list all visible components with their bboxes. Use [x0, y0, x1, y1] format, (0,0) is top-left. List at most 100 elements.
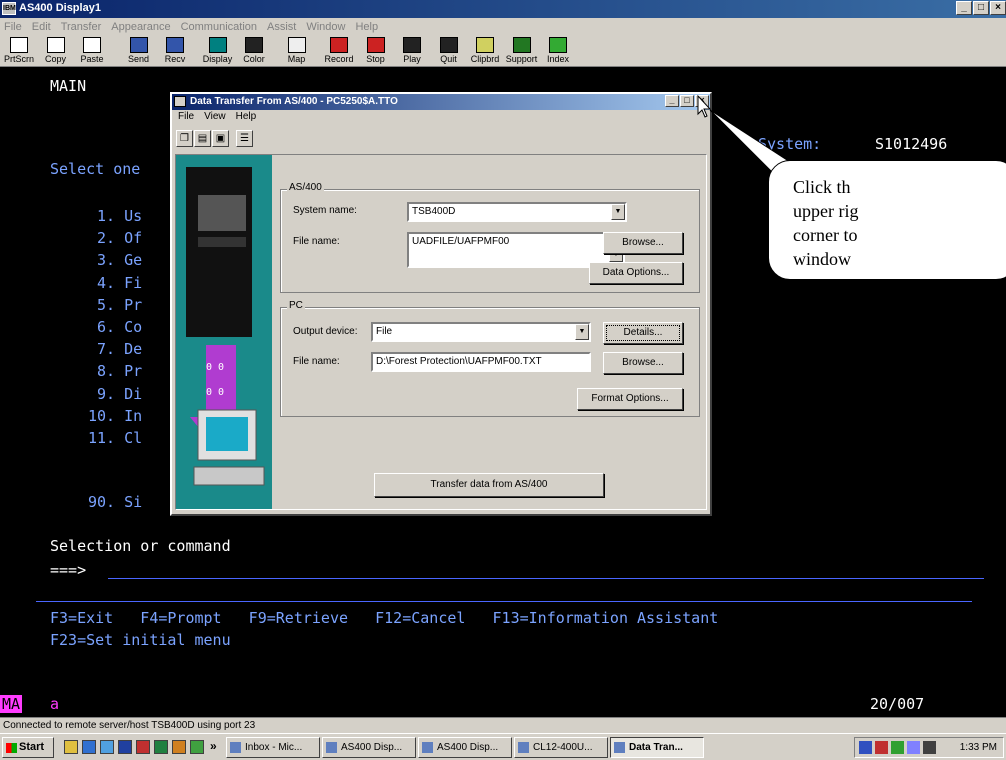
menu-option[interactable]: 6. Co: [88, 318, 142, 336]
output-device-combobox[interactable]: File ▼: [371, 322, 591, 342]
save-icon[interactable]: ▣: [212, 130, 229, 147]
chevron-down-icon[interactable]: ▼: [575, 324, 589, 340]
menu-option[interactable]: 9. Di: [88, 385, 142, 403]
menu-option-90[interactable]: 90. Si: [88, 493, 142, 511]
antivirus-icon[interactable]: [875, 741, 888, 754]
chevron-more-icon[interactable]: »: [210, 739, 217, 753]
dialog-menu-file[interactable]: File: [178, 111, 194, 126]
toolbar-recv-button[interactable]: Recv: [158, 37, 192, 65]
toolbar-clipbrd-button[interactable]: Clipbrd: [468, 37, 502, 65]
quicklaunch-app-icon[interactable]: [190, 740, 204, 754]
toolbar-support-button[interactable]: Support: [505, 37, 539, 65]
minimize-button[interactable]: _: [956, 1, 972, 15]
quicklaunch-ie-icon[interactable]: [82, 740, 96, 754]
menu-edit[interactable]: Edit: [32, 21, 51, 33]
toolbar-prtscrn-button[interactable]: PrtScrn: [2, 37, 36, 65]
open-folder-icon[interactable]: ▤: [194, 130, 211, 147]
dialog-icon[interactable]: [174, 96, 186, 107]
quicklaunch-powerpoint-icon[interactable]: [136, 740, 150, 754]
network-icon[interactable]: [859, 741, 872, 754]
toolbar-map-button[interactable]: Map: [280, 37, 314, 65]
system-name-combobox[interactable]: TSB400D ▼: [407, 202, 627, 222]
toolbar-record-button[interactable]: Record: [322, 37, 356, 65]
command-input-line[interactable]: [108, 578, 984, 579]
instruction-callout: Click th upper rig corner to window: [768, 160, 1006, 280]
quicklaunch-desktop-icon[interactable]: [64, 740, 78, 754]
pc-browse-button[interactable]: Browse...: [603, 352, 683, 374]
toolbar-copy-button[interactable]: Copy: [39, 37, 73, 65]
app-icon[interactable]: IBM: [2, 2, 16, 15]
toolbar-paste-button[interactable]: Paste: [75, 37, 109, 65]
as400-file-name-value: UADFILE/UAFPMF00: [412, 236, 510, 247]
toolbar-color-button[interactable]: Color: [237, 37, 271, 65]
option-text: Cl: [124, 429, 143, 447]
dialog-title: Data Transfer From AS/400 - PC5250$A.TTO: [190, 96, 398, 107]
dialog-menu-help[interactable]: Help: [236, 111, 257, 126]
option-text: Fi: [124, 273, 143, 292]
option-number: 8.: [88, 362, 116, 381]
toolbar-index-button[interactable]: Index: [541, 37, 575, 65]
menu-file[interactable]: File: [4, 21, 22, 33]
menu-option[interactable]: 4. Fi: [88, 274, 142, 292]
menu-communication[interactable]: Communication: [181, 21, 257, 33]
menu-option[interactable]: 8. Pr: [88, 362, 142, 380]
toolbar-label: Play: [403, 54, 421, 64]
taskbar-item[interactable]: CL12-400U...: [514, 737, 608, 758]
menu-option[interactable]: 5. Pr: [88, 296, 142, 314]
menu-option[interactable]: 3. Ge: [88, 251, 142, 269]
toolbar-play-button[interactable]: Play: [395, 37, 429, 65]
menu-help[interactable]: Help: [355, 21, 378, 33]
toolbar-display-button[interactable]: Display: [201, 37, 235, 65]
format-options-button[interactable]: Format Options...: [577, 388, 683, 410]
taskbar-item[interactable]: AS400 Disp...: [418, 737, 512, 758]
dialog-menu-view[interactable]: View: [204, 111, 226, 126]
details-button[interactable]: Details...: [603, 322, 683, 344]
menu-option[interactable]: 2. Of: [88, 229, 142, 247]
svg-text:0 0: 0 0: [206, 387, 224, 398]
menu-assist[interactable]: Assist: [267, 21, 296, 33]
printer-icon[interactable]: [923, 741, 936, 754]
close-button[interactable]: ×: [990, 1, 1006, 15]
chevron-down-icon[interactable]: ▼: [611, 204, 625, 220]
option-text: Us: [124, 207, 143, 225]
quicklaunch-word-icon[interactable]: [118, 740, 132, 754]
map-icon: [287, 37, 306, 53]
quicklaunch-search-icon[interactable]: [100, 740, 114, 754]
dialog-minimize-button[interactable]: _: [665, 95, 679, 107]
pc-file-name-input[interactable]: D:\Forest Protection\UAFPMF00.TXT: [371, 352, 591, 372]
toolbar-stop-button[interactable]: Stop: [359, 37, 393, 65]
clock[interactable]: 1:33 PM: [960, 738, 997, 757]
menu-window[interactable]: Window: [306, 21, 345, 33]
option-text: Pr: [124, 295, 143, 314]
menu-option[interactable]: 10. In: [88, 407, 142, 425]
main-menubar: File Edit Transfer Appearance Communication A…: [0, 18, 1006, 35]
menu-appearance[interactable]: Appearance: [111, 21, 170, 33]
record-icon: [330, 37, 348, 53]
transfer-data-button[interactable]: Transfer data from AS/400: [374, 473, 604, 497]
properties-icon[interactable]: ☰: [236, 130, 253, 147]
as400-browse-button[interactable]: Browse...: [603, 232, 683, 254]
callout-line: corner to: [793, 225, 858, 245]
option-text: In: [124, 406, 143, 425]
menu-option[interactable]: 7. De: [88, 340, 142, 358]
start-button[interactable]: Start: [2, 737, 54, 758]
taskbar-item[interactable]: Inbox - Mic...: [226, 737, 320, 758]
toolbar-send-button[interactable]: Send: [122, 37, 156, 65]
taskbar-item[interactable]: Data Tran...: [610, 737, 704, 758]
quicklaunch-excel-icon[interactable]: [154, 740, 168, 754]
menu-transfer[interactable]: Transfer: [61, 21, 102, 33]
quicklaunch-outlook-icon[interactable]: [172, 740, 186, 754]
menu-option[interactable]: 1. Us: [88, 207, 142, 225]
divider: [36, 601, 972, 602]
taskbar-item[interactable]: AS400 Disp...: [322, 737, 416, 758]
tray-app-icon[interactable]: [891, 741, 904, 754]
new-icon[interactable]: ❐: [176, 130, 193, 147]
data-options-button[interactable]: Data Options...: [589, 262, 683, 284]
as400-legend: AS/400: [287, 182, 324, 193]
option-text: Pr: [124, 362, 143, 381]
toolbar-quit-button[interactable]: Quit: [432, 37, 466, 65]
restore-button[interactable]: □: [973, 1, 989, 15]
volume-icon[interactable]: [907, 741, 920, 754]
function-keys-line-2: F23=Set initial menu: [50, 631, 231, 649]
menu-option[interactable]: 11. Cl: [88, 429, 142, 447]
